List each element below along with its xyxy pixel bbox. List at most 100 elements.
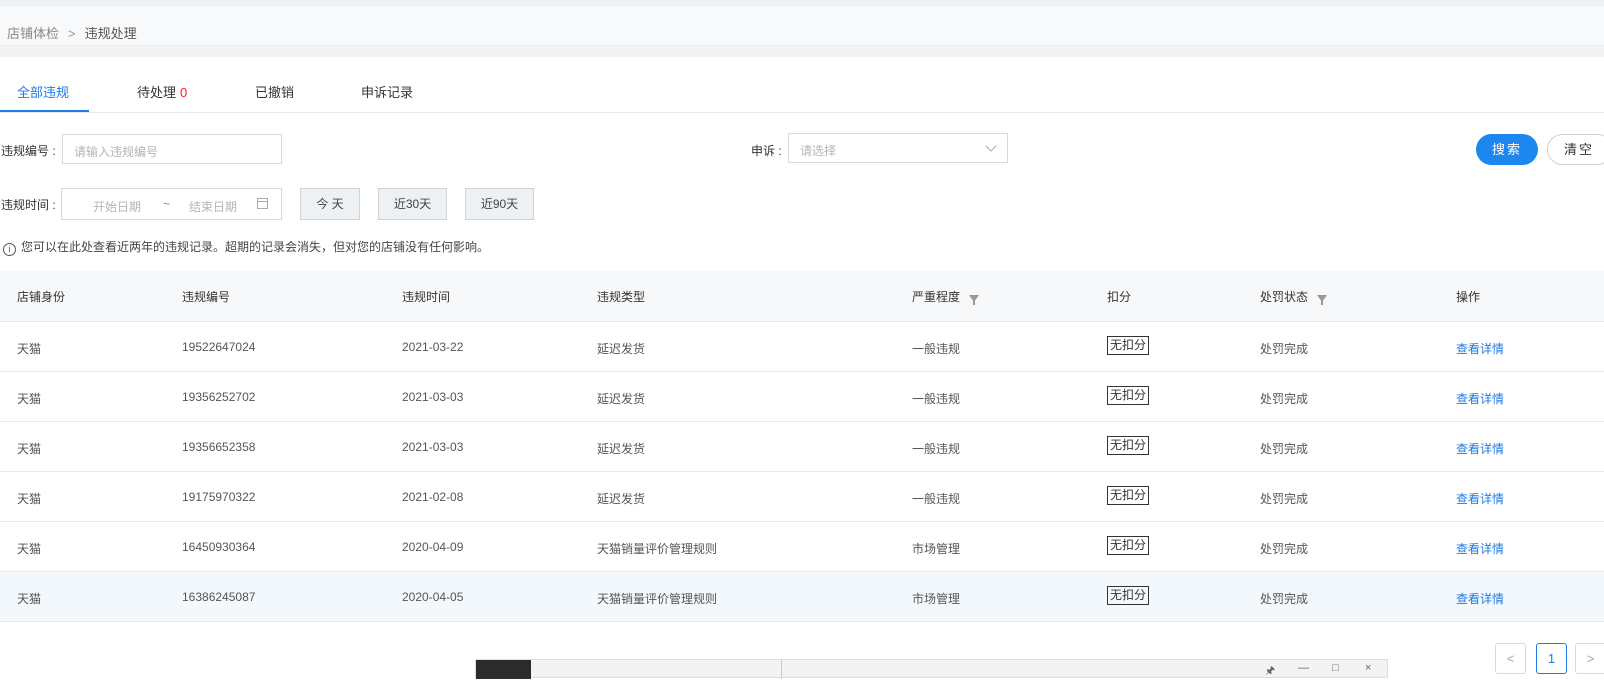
- cell-violation-no: 16450930364: [182, 540, 256, 554]
- filter-icon[interactable]: [1317, 295, 1328, 305]
- cell-time: 2021-02-08: [402, 490, 464, 504]
- retention-notice: i 您可以在此处查看近两年的违规记录。超期的记录会消失，但对您的店铺没有任何影响。: [3, 238, 489, 256]
- cell-store: 天猫: [17, 342, 42, 356]
- col-severity-label: 严重程度: [912, 290, 961, 304]
- col-penalty-status: 处罚状态: [1260, 288, 1328, 305]
- table-row: 天猫 19356652358 2021-03-03 延迟发货 一般违规 无扣分 …: [0, 422, 1604, 472]
- search-button[interactable]: 搜索: [1476, 134, 1538, 165]
- view-details-link[interactable]: 查看详情: [1456, 340, 1504, 357]
- last-30-days-button[interactable]: 近30天: [378, 188, 447, 220]
- appeal-select[interactable]: 请选择: [788, 133, 1008, 163]
- last-90-days-button[interactable]: 近90天: [465, 188, 534, 220]
- cell-time: 2021-03-22: [402, 340, 464, 354]
- date-range-picker[interactable]: 开始日期 ~ 结束日期: [61, 188, 282, 220]
- col-severity: 严重程度: [912, 288, 980, 305]
- clear-button[interactable]: 清空: [1547, 134, 1604, 165]
- cell-type: 天猫销量评价管理规则: [597, 542, 718, 556]
- col-store-identity: 店铺身份: [17, 290, 66, 304]
- view-details-link[interactable]: 查看详情: [1456, 490, 1504, 507]
- window-tab-active[interactable]: [476, 660, 531, 679]
- today-button[interactable]: 今 天: [300, 188, 360, 220]
- tab-label: 全部违规: [17, 85, 70, 100]
- no-deduction-tag: 无扣分: [1107, 386, 1150, 405]
- cell-store: 天猫: [17, 442, 42, 456]
- cell-store: 天猫: [17, 542, 42, 556]
- page-1-button[interactable]: 1: [1536, 643, 1567, 674]
- tab-pending[interactable]: 待处理 0: [137, 82, 187, 101]
- cell-type: 天猫销量评价管理规则: [597, 592, 718, 606]
- breadcrumb-current: 违规处理: [84, 26, 137, 41]
- cell-time: 2021-03-03: [402, 440, 464, 454]
- info-icon: i: [3, 243, 16, 256]
- view-details-link[interactable]: 查看详情: [1456, 390, 1504, 407]
- tab-all-violations[interactable]: 全部违规: [17, 82, 69, 101]
- tab-appeal-records[interactable]: 申诉记录: [361, 82, 413, 101]
- view-details-link[interactable]: 查看详情: [1456, 540, 1504, 557]
- no-deduction-tag: 无扣分: [1107, 536, 1150, 555]
- filter-icon[interactable]: [969, 295, 980, 305]
- view-details-link[interactable]: 查看详情: [1456, 440, 1504, 457]
- violation-time-label: 违规时间 :: [1, 198, 56, 212]
- floating-window-bar: 🖈 — □ ×: [475, 659, 1388, 681]
- cell-severity: 一般违规: [912, 342, 961, 356]
- cell-severity: 市场管理: [912, 542, 961, 556]
- no-deduction-tag: 无扣分: [1107, 336, 1150, 355]
- pin-icon[interactable]: 🖈: [1265, 662, 1275, 681]
- table-row: 天猫 16450930364 2020-04-09 天猫销量评价管理规则 市场管…: [0, 522, 1604, 572]
- cell-status: 处罚完成: [1260, 592, 1309, 606]
- cell-time: 2020-04-09: [402, 540, 464, 554]
- view-details-link[interactable]: 查看详情: [1456, 590, 1504, 607]
- next-page-button[interactable]: >: [1575, 643, 1604, 674]
- cell-time: 2021-03-03: [402, 390, 464, 404]
- col-violation-time: 违规时间: [402, 290, 451, 304]
- violation-no-input[interactable]: 请输入违规编号: [62, 134, 282, 164]
- cell-violation-no: 19175970322: [182, 490, 256, 504]
- tab-revoked[interactable]: 已撤销: [255, 82, 294, 101]
- cell-violation-no: 16386245087: [182, 590, 256, 604]
- cell-store: 天猫: [17, 592, 42, 606]
- tab-bar: 全部违规 待处理 0 已撤销 申诉记录: [0, 57, 1604, 113]
- cell-status: 处罚完成: [1260, 492, 1309, 506]
- breadcrumb-parent[interactable]: 店铺体检: [7, 26, 59, 41]
- notice-text: 您可以在此处查看近两年的违规记录。超期的记录会消失，但对您的店铺没有任何影响。: [21, 240, 490, 254]
- col-violation-no: 违规编号: [182, 290, 231, 304]
- breadcrumb: 店铺体检 > 违规处理: [7, 23, 137, 42]
- tab-label: 已撤销: [255, 85, 295, 100]
- breadcrumb-bar: 店铺体检 > 违规处理: [0, 6, 1604, 46]
- window-divider: [781, 660, 782, 679]
- minimize-icon[interactable]: —: [1298, 662, 1309, 674]
- appeal-label: 申诉 :: [751, 144, 782, 158]
- cell-severity: 一般违规: [912, 492, 961, 506]
- cell-type: 延迟发货: [597, 442, 646, 456]
- active-tab-indicator: [0, 110, 89, 112]
- cell-store: 天猫: [17, 492, 42, 506]
- appeal-placeholder: 请选择: [800, 144, 837, 158]
- end-date-placeholder: 结束日期: [189, 200, 238, 214]
- violation-no-placeholder: 请输入违规编号: [74, 145, 159, 159]
- col-violation-type: 违规类型: [597, 290, 646, 304]
- close-icon[interactable]: ×: [1365, 662, 1371, 674]
- violation-no-label: 违规编号 :: [1, 144, 56, 158]
- cell-violation-no: 19522647024: [182, 340, 256, 354]
- calendar-icon: [257, 198, 268, 209]
- date-range-separator: ~: [163, 197, 171, 211]
- tab-label: 待处理: [137, 85, 177, 100]
- pending-count-badge: 0: [180, 85, 188, 100]
- col-deduction: 扣分: [1107, 290, 1132, 304]
- table-row: 天猫 19175970322 2021-02-08 延迟发货 一般违规 无扣分 …: [0, 472, 1604, 522]
- no-deduction-tag: 无扣分: [1107, 486, 1150, 505]
- section-gap: [0, 46, 1604, 57]
- cell-status: 处罚完成: [1260, 392, 1309, 406]
- chevron-down-icon: [985, 140, 997, 152]
- cell-status: 处罚完成: [1260, 442, 1309, 456]
- table-row: 天猫 19356252702 2021-03-03 延迟发货 一般违规 无扣分 …: [0, 372, 1604, 422]
- cell-store: 天猫: [17, 392, 42, 406]
- cell-status: 处罚完成: [1260, 542, 1309, 556]
- tab-label: 申诉记录: [361, 85, 414, 100]
- cell-violation-no: 19356652358: [182, 440, 256, 454]
- prev-page-button[interactable]: <: [1495, 643, 1526, 674]
- maximize-icon[interactable]: □: [1332, 662, 1339, 674]
- no-deduction-tag: 无扣分: [1107, 586, 1150, 605]
- cell-severity: 一般违规: [912, 442, 961, 456]
- cell-violation-no: 19356252702: [182, 390, 256, 404]
